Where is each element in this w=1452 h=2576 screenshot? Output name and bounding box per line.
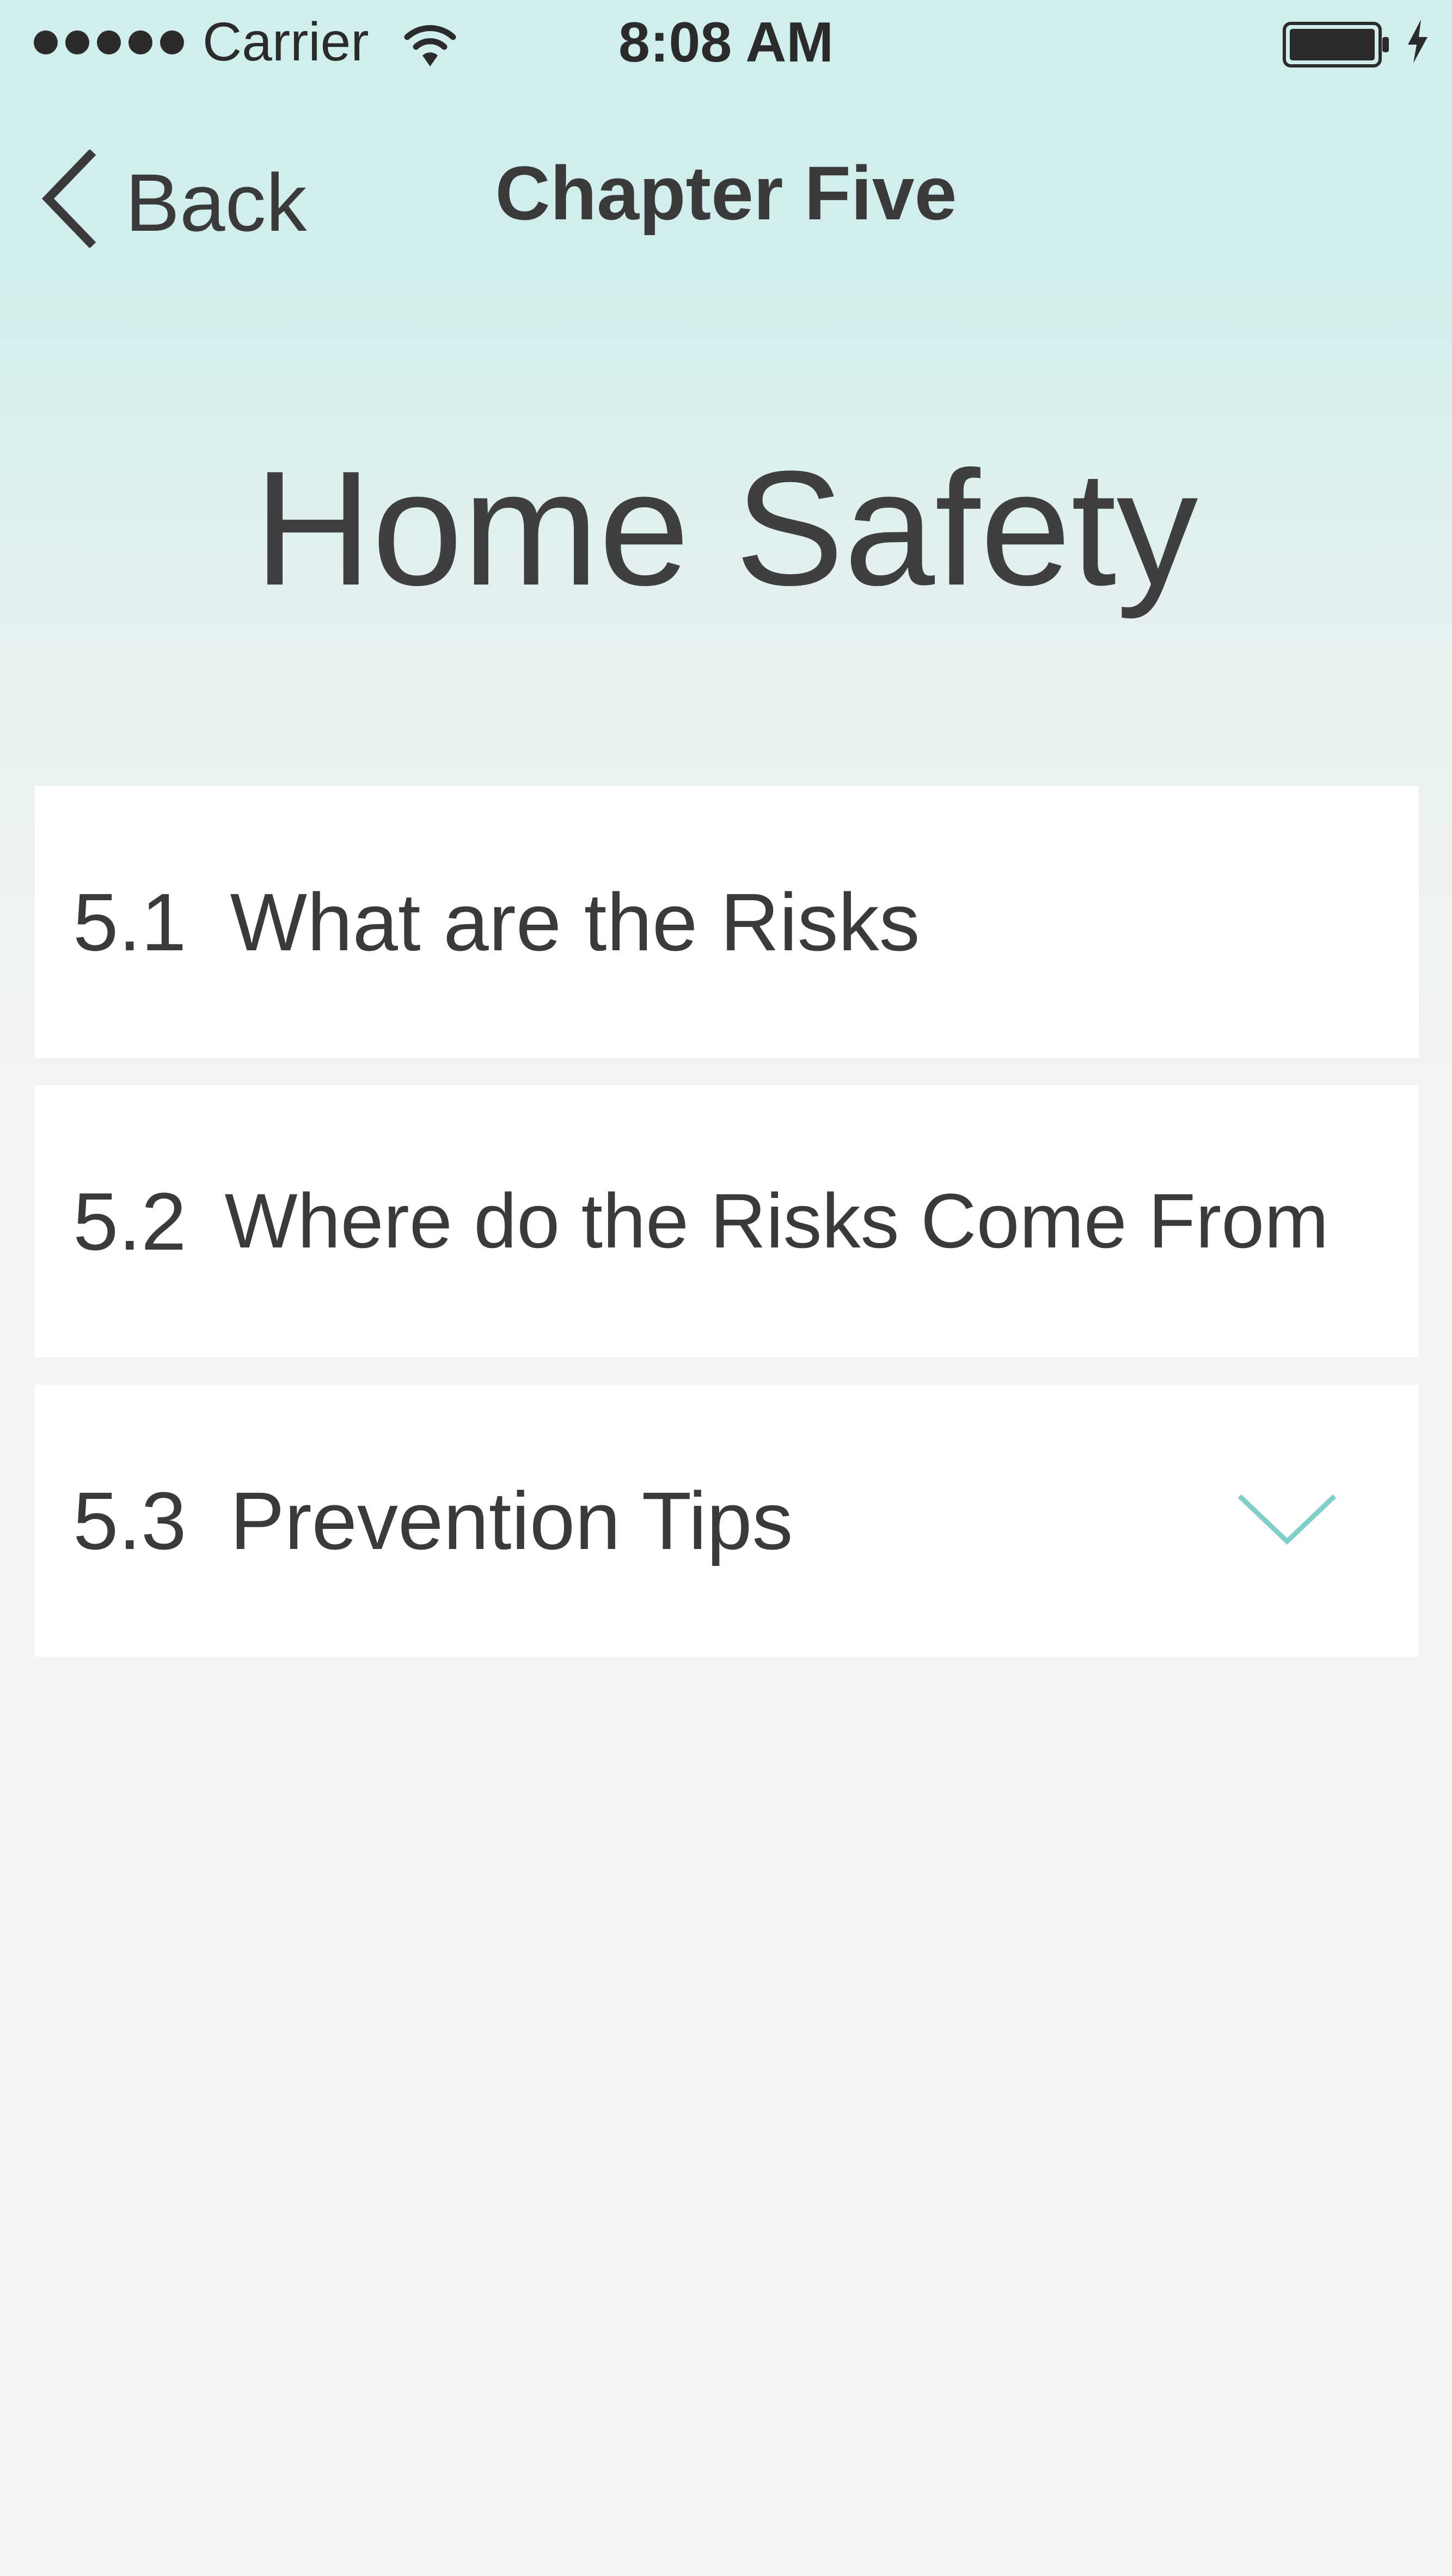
section-number: 5.3 bbox=[73, 1475, 187, 1566]
status-bar: Carrier 8:08 AM bbox=[0, 0, 1452, 82]
list-item-section-5-3[interactable]: 5.3 Prevention Tips bbox=[35, 1385, 1419, 1657]
section-number: 5.1 bbox=[73, 876, 187, 968]
nav-title: Chapter Five bbox=[495, 150, 957, 236]
page-title: Home Safety bbox=[254, 436, 1198, 619]
section-title: Where do the Risks Come From bbox=[224, 1178, 1329, 1264]
section-list: 5.1 What are the Risks 5.2 Where do the … bbox=[35, 786, 1419, 1684]
list-item-section-5-2[interactable]: 5.2 Where do the Risks Come From bbox=[35, 1085, 1419, 1357]
battery-icon bbox=[1283, 22, 1389, 67]
section-title: Prevention Tips bbox=[230, 1475, 793, 1566]
section-number: 5.2 bbox=[73, 1176, 187, 1267]
status-time: 8:08 AM bbox=[618, 11, 834, 74]
charging-bolt-icon bbox=[1408, 20, 1428, 63]
chevron-down-icon[interactable] bbox=[1238, 1493, 1336, 1548]
app-screen: Carrier 8:08 AM Back Chapter Five Home S… bbox=[0, 0, 1452, 2576]
section-title: What are the Risks bbox=[230, 876, 920, 968]
list-item-section-5-1[interactable]: 5.1 What are the Risks bbox=[35, 786, 1419, 1058]
